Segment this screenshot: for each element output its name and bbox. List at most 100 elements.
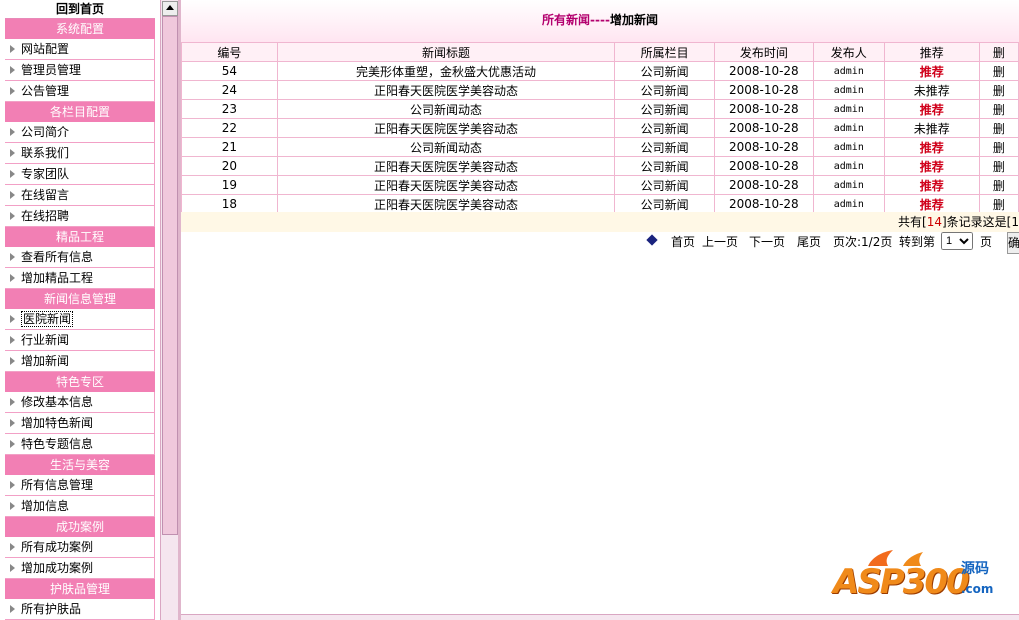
sidebar-item-label: 在线招聘	[21, 209, 70, 223]
section-special: 特色专区 修改基本信息 增加特色新闻 特色专题信息	[5, 372, 155, 455]
cell-recommend-link[interactable]: 未推荐	[883, 118, 980, 138]
sidebar-item-label: 特色专题信息	[21, 437, 94, 451]
section-title[interactable]: 精品工程	[5, 227, 155, 247]
logo-cn: 源码	[961, 561, 989, 577]
cell-title-link[interactable]: 公司新闻动态	[276, 99, 616, 119]
section-title[interactable]: 系统配置	[5, 19, 155, 39]
cell-delete-link[interactable]: 删	[978, 175, 1019, 195]
sidebar-item-label: 联系我们	[21, 146, 70, 160]
prev-page-link[interactable]: 上一页	[702, 232, 738, 252]
add-news-link[interactable]: 增加新闻	[610, 13, 658, 27]
arrow-up-icon	[166, 5, 174, 10]
page-select[interactable]: 1	[941, 232, 973, 250]
cell-title-link[interactable]: 完美形体重塑，金秋盛大优惠活动	[276, 61, 616, 81]
first-page-link[interactable]: 首页	[671, 232, 695, 252]
scrollbar-thumb[interactable]	[162, 16, 178, 535]
sidebar-item-label: 专家团队	[21, 167, 70, 181]
sidebar-item-hospital-news[interactable]: 医院新闻	[5, 309, 155, 330]
sidebar-item-all-skincare[interactable]: 所有护肤品	[5, 599, 155, 620]
section-title[interactable]: 特色专区	[5, 372, 155, 392]
cell-title-link[interactable]: 正阳春天医院医学美容动态	[276, 118, 616, 138]
sidebar-item-add-special-news[interactable]: 增加特色新闻	[5, 413, 155, 434]
cell-title-link[interactable]: 公司新闻动态	[276, 137, 616, 157]
sidebar-item-experts[interactable]: 专家团队	[5, 164, 155, 185]
cell-publisher: admin	[812, 99, 885, 119]
logo-brand: ASP300	[833, 562, 970, 602]
cell-category: 公司新闻	[614, 80, 715, 100]
section-title[interactable]: 护肤品管理	[5, 579, 155, 599]
cell-recommend-link[interactable]: 推荐	[883, 194, 980, 214]
col-publisher: 发布人	[812, 42, 885, 62]
cell-recommend-link[interactable]: 推荐	[883, 61, 980, 81]
cell-recommend-link[interactable]: 推荐	[883, 137, 980, 157]
cell-delete-link[interactable]: 删	[978, 80, 1019, 100]
sidebar-item-recruit[interactable]: 在线招聘	[5, 206, 155, 227]
section-title[interactable]: 成功案例	[5, 517, 155, 537]
sidebar-scrollbar[interactable]	[160, 0, 178, 620]
cell-title-link[interactable]: 正阳春天医院医学美容动态	[276, 175, 616, 195]
horizontal-scrollbar[interactable]	[181, 614, 1019, 620]
sidebar-item-edit-basic[interactable]: 修改基本信息	[5, 392, 155, 413]
sidebar-item-messages[interactable]: 在线留言	[5, 185, 155, 206]
arrow-right-icon	[10, 419, 15, 427]
sidebar-item-add-case[interactable]: 增加成功案例	[5, 558, 155, 579]
sidebar-item-site-config[interactable]: 网站配置	[5, 39, 155, 60]
sidebar-item-special-topics[interactable]: 特色专题信息	[5, 434, 155, 455]
scroll-up-button[interactable]	[162, 1, 178, 16]
cell-delete-link[interactable]: 删	[978, 118, 1019, 138]
page-unit-label: 页	[980, 235, 993, 249]
all-news-link[interactable]: 所有新闻	[542, 13, 590, 27]
section-cases: 成功案例 所有成功案例 增加成功案例	[5, 517, 155, 579]
cell-id: 22	[181, 118, 278, 138]
col-title: 新闻标题	[276, 42, 616, 62]
arrow-right-icon	[10, 191, 15, 199]
sidebar-item-add-info[interactable]: 增加信息	[5, 496, 155, 517]
cell-recommend-link[interactable]: 推荐	[883, 156, 980, 176]
diamond-icon	[646, 234, 658, 246]
sidebar-item-add-project[interactable]: 增加精品工程	[5, 268, 155, 289]
table-row: 20 正阳春天医院医学美容动态 公司新闻 2008-10-28 admin 推荐…	[181, 156, 1019, 176]
summary-prefix: 共有[	[898, 215, 927, 229]
cell-recommend-link[interactable]: 推荐	[883, 175, 980, 195]
sidebar-menu: 回到首页 系统配置 网站配置 管理员管理 公告管理 各栏目配置 公司简介 联系我…	[5, 0, 155, 620]
cell-delete-link[interactable]: 删	[978, 137, 1019, 157]
cell-category: 公司新闻	[614, 118, 715, 138]
sidebar-item-admin-manage[interactable]: 管理员管理	[5, 60, 155, 81]
sidebar-item-contact[interactable]: 联系我们	[5, 143, 155, 164]
arrow-right-icon	[10, 66, 15, 74]
cell-delete-link[interactable]: 删	[978, 194, 1019, 214]
sidebar-item-company-intro[interactable]: 公司简介	[5, 122, 155, 143]
cell-recommend-link[interactable]: 推荐	[883, 99, 980, 119]
section-title[interactable]: 新闻信息管理	[5, 289, 155, 309]
next-page-link[interactable]: 下一页	[749, 232, 785, 252]
cell-delete-link[interactable]: 删	[978, 156, 1019, 176]
sidebar-item-all-info[interactable]: 所有信息管理	[5, 475, 155, 496]
arrow-right-icon	[10, 87, 15, 95]
cell-id: 21	[181, 137, 278, 157]
sidebar-item-industry-news[interactable]: 行业新闻	[5, 330, 155, 351]
cell-title-link[interactable]: 正阳春天医院医学美容动态	[276, 156, 616, 176]
sidebar-item-all-cases[interactable]: 所有成功案例	[5, 537, 155, 558]
table-row: 54 完美形体重塑，金秋盛大优惠活动 公司新闻 2008-10-28 admin…	[181, 61, 1019, 81]
section-title[interactable]: 生活与美容	[5, 455, 155, 475]
cell-title-link[interactable]: 正阳春天医院医学美容动态	[276, 80, 616, 100]
home-link[interactable]: 回到首页	[5, 0, 155, 19]
cell-delete-link[interactable]: 删	[978, 99, 1019, 119]
arrow-right-icon	[10, 357, 15, 365]
last-page-link[interactable]: 尾页	[797, 232, 821, 252]
section-title[interactable]: 各栏目配置	[5, 102, 155, 122]
section-system: 系统配置 网站配置 管理员管理 公告管理	[5, 19, 155, 102]
cell-date: 2008-10-28	[713, 99, 814, 119]
cell-delete-link[interactable]: 删	[978, 61, 1019, 81]
sidebar-item-add-news[interactable]: 增加新闻	[5, 351, 155, 372]
sidebar-item-view-all[interactable]: 查看所有信息	[5, 247, 155, 268]
sidebar-item-label: 增加信息	[21, 499, 70, 513]
sidebar-item-notice-manage[interactable]: 公告管理	[5, 81, 155, 102]
title-separator: ----	[590, 13, 610, 27]
cell-title-link[interactable]: 正阳春天医院医学美容动态	[276, 194, 616, 214]
col-id: 编号	[181, 42, 278, 62]
confirm-button[interactable]: 确	[1007, 232, 1019, 254]
cell-recommend-link[interactable]: 未推荐	[883, 80, 980, 100]
cell-category: 公司新闻	[614, 99, 715, 119]
cell-date: 2008-10-28	[713, 156, 814, 176]
